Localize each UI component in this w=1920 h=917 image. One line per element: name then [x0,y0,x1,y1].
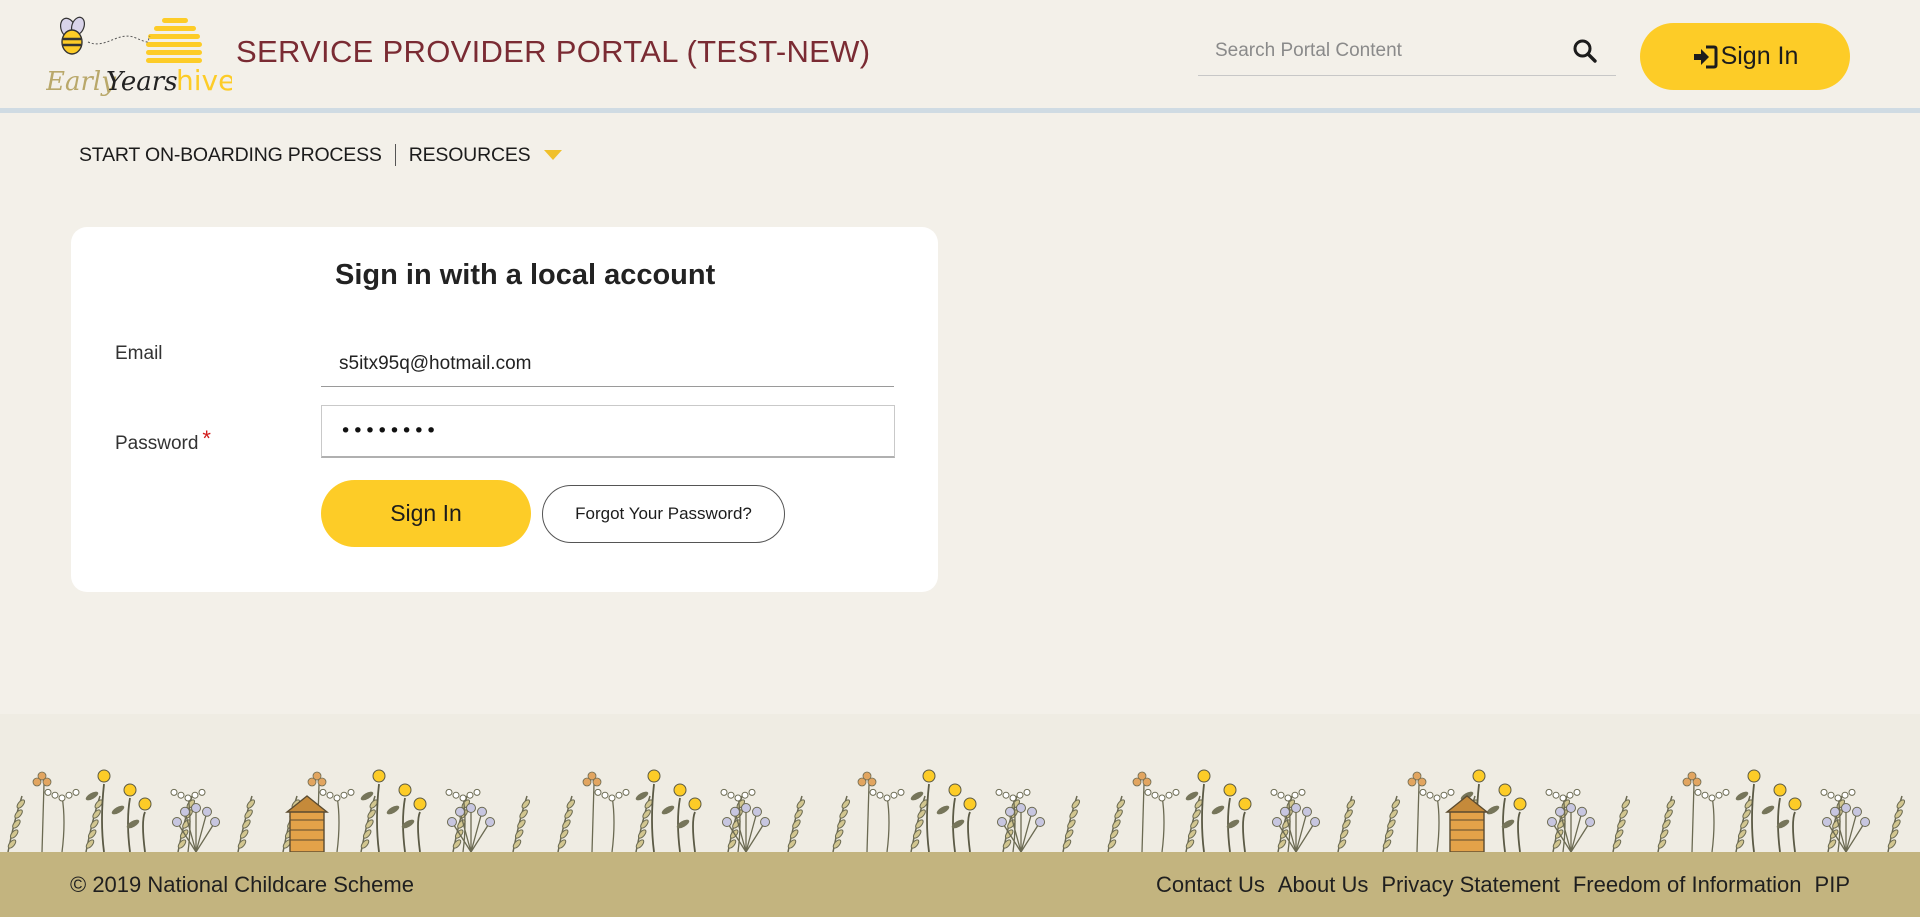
search-input[interactable] [1198,28,1568,74]
password-field[interactable] [321,405,895,458]
password-label-text: Password [115,433,199,454]
search-icon[interactable] [1572,38,1598,64]
email-field[interactable] [321,341,894,387]
site-footer: © 2019 National Childcare Scheme Contact… [0,852,1920,917]
site-header: Early Years hive SERVICE PROVIDER PORTAL… [0,0,1920,113]
flower-border-illustration [7,769,1906,852]
early-years-hive-logo[interactable]: Early Years hive [45,10,235,102]
nav-separator [394,144,396,166]
footer-link-about-us[interactable]: About Us [1278,872,1369,898]
svg-text:Years: Years [106,67,178,97]
sign-in-card: Sign in with a local account Email Passw… [71,227,938,592]
copyright-text: © 2019 National Childcare Scheme [70,872,414,897]
password-label: Password * [115,426,211,455]
nav-item-resources-label: RESOURCES [408,143,531,166]
main-nav: START ON-BOARDING PROCESS RESOURCES [79,140,563,170]
header-sign-in-label: Sign In [1720,42,1799,70]
footer-link-privacy-statement[interactable]: Privacy Statement [1381,872,1560,898]
site-title: SERVICE PROVIDER PORTAL (TEST-NEW) [236,34,871,69]
required-asterisk: * [202,426,211,451]
nav-item-onboarding[interactable]: START ON-BOARDING PROCESS [79,144,382,167]
caret-down-icon [544,150,563,160]
nav-item-resources[interactable]: RESOURCES [409,144,563,167]
header-sign-in-button[interactable]: Sign In [1640,23,1850,90]
bee-logo-icon: Early Years hive [45,16,235,97]
search-box [1198,28,1616,76]
sign-in-submit-button[interactable]: Sign In [321,480,531,547]
svg-text:hive: hive [176,64,232,97]
footer-link-contact-us[interactable]: Contact Us [1156,872,1265,898]
forgot-password-button[interactable]: Forgot Your Password? [542,485,785,543]
sign-in-arrow-icon [1692,44,1718,70]
footer-link-freedom-of-information[interactable]: Freedom of Information [1573,872,1802,898]
footer-link-pip[interactable]: PIP [1815,872,1850,898]
sign-in-heading: Sign in with a local account [335,259,716,291]
email-label: Email [115,343,163,364]
footer-links: Contact Us About Us Privacy Statement Fr… [1156,872,1850,898]
